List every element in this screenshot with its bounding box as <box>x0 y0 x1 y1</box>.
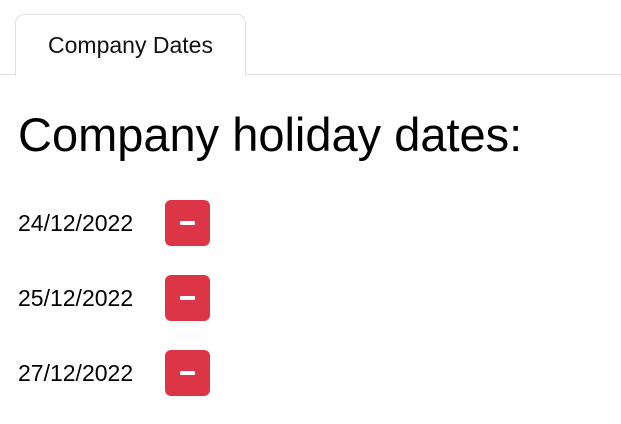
holiday-date-list: 24/12/2022 25/12/2022 27/12/2022 <box>18 199 210 424</box>
list-item: 27/12/2022 <box>18 349 210 397</box>
minus-icon <box>180 296 195 300</box>
remove-date-button[interactable] <box>165 275 210 321</box>
minus-icon <box>180 371 195 375</box>
remove-date-button[interactable] <box>165 350 210 396</box>
tab-company-dates[interactable]: Company Dates <box>15 14 246 76</box>
list-item: 25/12/2022 <box>18 274 210 322</box>
minus-icon <box>180 221 195 225</box>
page-title: Company holiday dates: <box>18 108 523 161</box>
holiday-date: 27/12/2022 <box>18 359 134 386</box>
list-item: 24/12/2022 <box>18 199 210 247</box>
holiday-date: 24/12/2022 <box>18 209 134 236</box>
holiday-date: 25/12/2022 <box>18 284 134 311</box>
tab-bar: Company Dates <box>0 0 621 76</box>
remove-date-button[interactable] <box>165 200 210 246</box>
